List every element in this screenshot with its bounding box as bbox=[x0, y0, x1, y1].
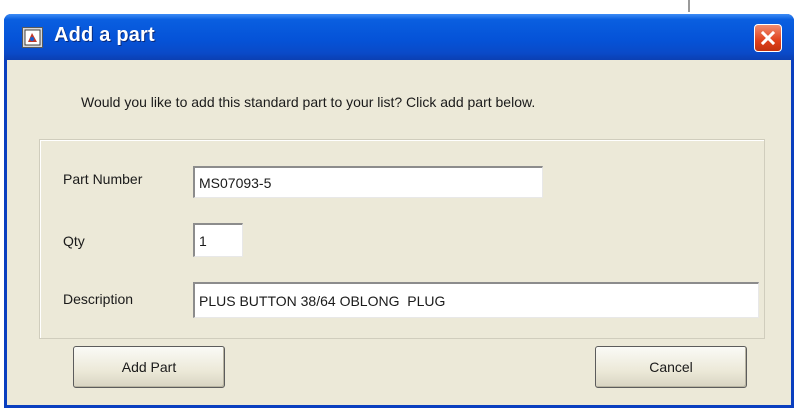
cancel-button[interactable]: Cancel bbox=[595, 346, 747, 388]
qty-field[interactable] bbox=[193, 223, 243, 257]
app-icon bbox=[22, 27, 43, 48]
add-part-dialog: Add a part Would you like to add this st… bbox=[4, 14, 794, 408]
title-bar[interactable]: Add a part bbox=[4, 14, 794, 60]
window-title: Add a part bbox=[54, 24, 155, 46]
instruction-text: Would you like to add this standard part… bbox=[81, 94, 536, 110]
background-edge bbox=[688, 0, 690, 12]
description-label: Description bbox=[63, 291, 134, 307]
part-number-label: Part Number bbox=[63, 171, 143, 187]
close-icon[interactable] bbox=[754, 24, 782, 52]
description-field[interactable] bbox=[193, 282, 759, 318]
qty-label: Qty bbox=[63, 233, 85, 249]
add-part-button[interactable]: Add Part bbox=[73, 346, 225, 388]
part-number-field[interactable] bbox=[193, 166, 543, 198]
